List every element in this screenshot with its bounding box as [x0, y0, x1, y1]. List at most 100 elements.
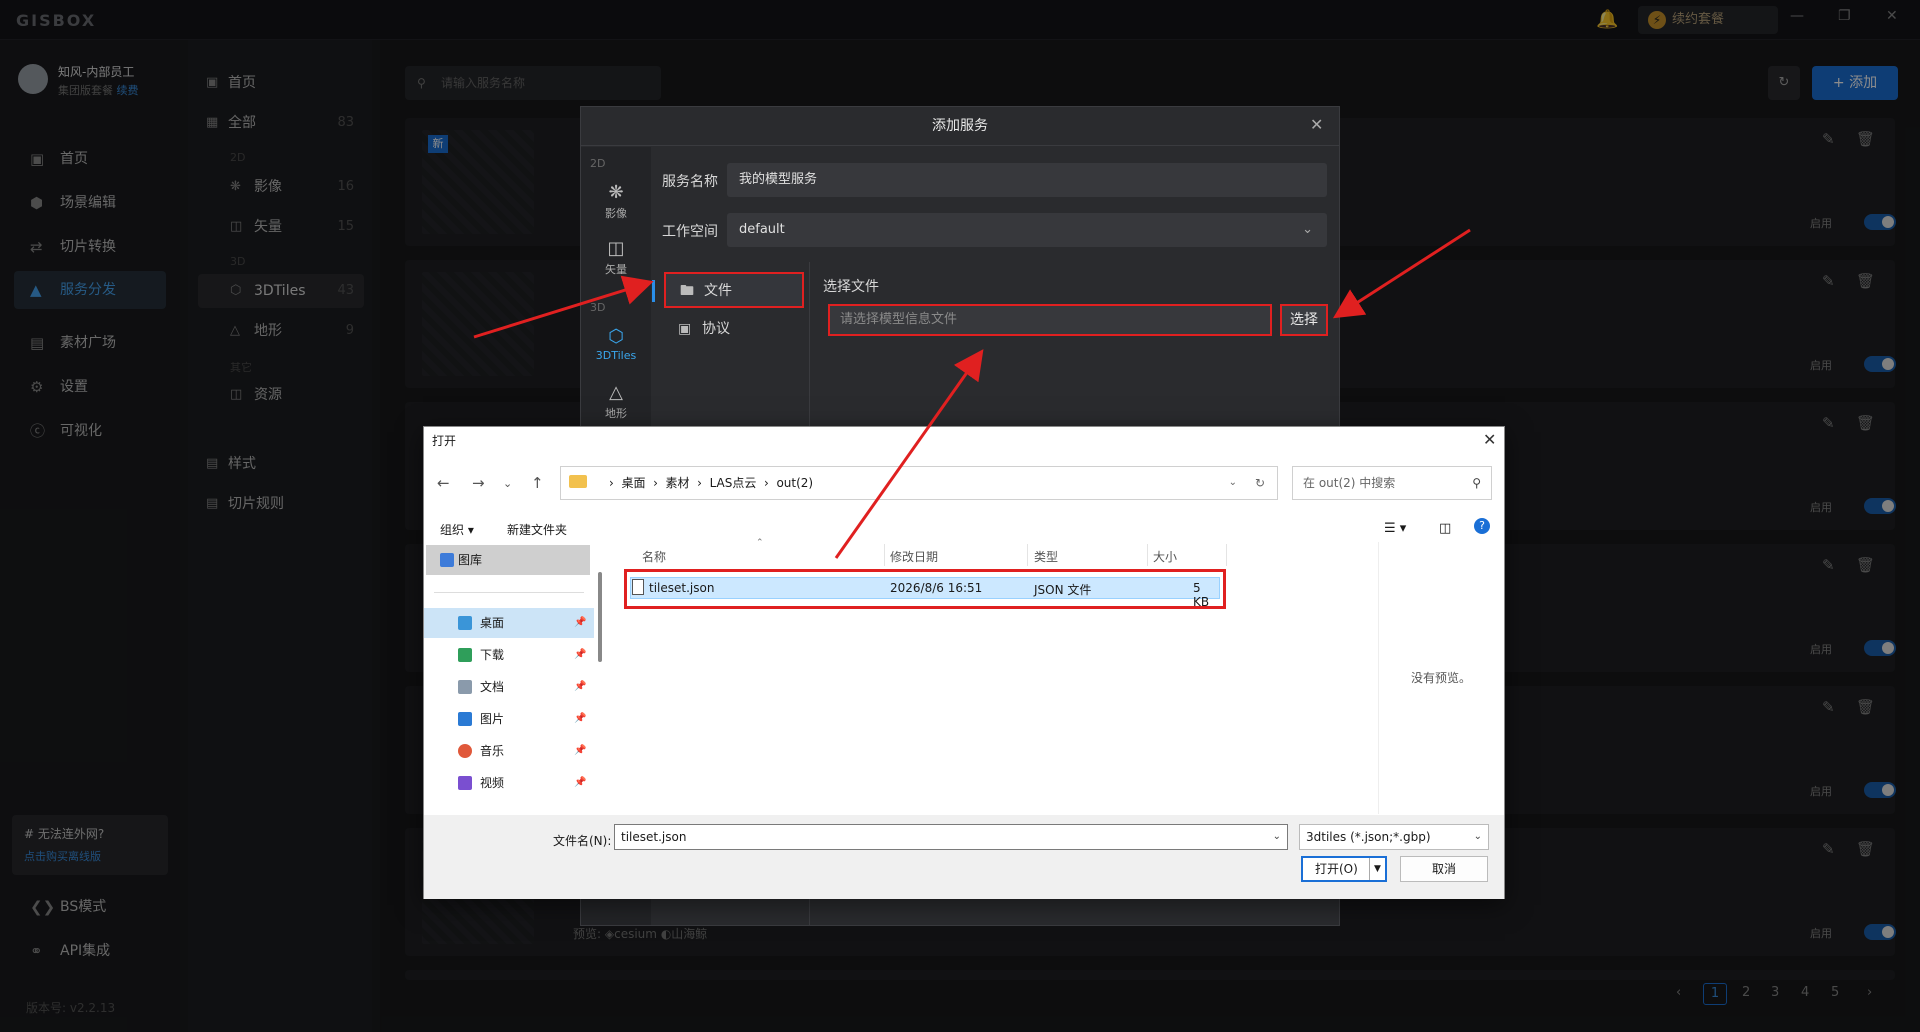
- address-bar[interactable]: › 桌面 › 素材 › LAS点云 › out(2) ⌄ ↻: [560, 466, 1278, 500]
- nav-documents[interactable]: 文档 📌: [424, 672, 594, 702]
- folder-icon: [569, 475, 587, 488]
- music-icon: [458, 744, 472, 758]
- dialog-close-icon[interactable]: ✕: [1310, 115, 1323, 134]
- source-label: 文件: [704, 283, 732, 299]
- crumb-sep: ›: [645, 476, 666, 490]
- help-icon[interactable]: ?: [1474, 518, 1490, 534]
- nav-pane-label: 图片: [480, 712, 505, 726]
- preview-pane-icon[interactable]: ◫: [1439, 521, 1451, 536]
- crumb-desktop[interactable]: 桌面: [621, 476, 645, 490]
- crumb-sep: ›: [609, 476, 622, 490]
- tab-vector[interactable]: ◫ 矢量: [581, 238, 651, 277]
- pin-icon: 📌: [574, 745, 587, 756]
- tab-section-2d: 2D: [590, 157, 606, 170]
- filter-value: 3dtiles (*.json;*.gbp): [1306, 830, 1431, 844]
- organize-menu[interactable]: 组织 ▾: [440, 521, 474, 538]
- tab-label: 3DTiles: [595, 349, 637, 362]
- nav-desktop[interactable]: 桌面 📌: [424, 608, 594, 638]
- address-dropdown-icon[interactable]: ⌄: [1229, 467, 1237, 499]
- tab-label: 矢量: [605, 263, 627, 276]
- cancel-button[interactable]: 取消: [1400, 856, 1488, 882]
- video-icon: [458, 776, 472, 790]
- imagery-icon: ❋: [608, 182, 624, 203]
- column-divider[interactable]: [1226, 544, 1227, 566]
- refresh-icon[interactable]: ↻: [1255, 467, 1265, 499]
- choose-file-button[interactable]: 选择: [1280, 304, 1328, 336]
- chevron-down-icon[interactable]: ⌄: [1273, 825, 1281, 849]
- nav-music[interactable]: 音乐 📌: [424, 736, 594, 766]
- forward-arrow-icon[interactable]: →: [472, 474, 485, 492]
- workspace-select[interactable]: default ⌄: [727, 213, 1327, 247]
- open-dialog-close-icon[interactable]: ✕: [1483, 430, 1496, 449]
- source-protocol-tab[interactable]: ▣ 协议: [664, 312, 802, 346]
- filename-value: tileset.json: [621, 830, 687, 844]
- file-search-placeholder: 在 out(2) 中搜索: [1303, 476, 1396, 490]
- file-path-input[interactable]: 请选择模型信息文件: [828, 304, 1272, 336]
- dialog-title: 添加服务: [580, 106, 1340, 146]
- column-divider[interactable]: [884, 544, 885, 566]
- nav-pane-label: 视频: [480, 776, 505, 790]
- crumb-materials[interactable]: 素材: [666, 476, 690, 490]
- filename-input[interactable]: tileset.json ⌄: [614, 824, 1288, 850]
- file-search-input[interactable]: 在 out(2) 中搜索 ⚲: [1292, 466, 1492, 500]
- protocol-icon: ▣: [678, 321, 692, 337]
- open-dropdown-icon[interactable]: ▼: [1369, 858, 1385, 880]
- service-name-label: 服务名称: [662, 174, 718, 190]
- up-arrow-icon[interactable]: ↑: [531, 474, 544, 492]
- pin-icon: 📌: [574, 649, 587, 660]
- download-icon: [458, 648, 472, 662]
- nav-divider: [434, 592, 584, 593]
- folder-icon: 🖿: [680, 283, 694, 299]
- filename-label: 文件名(N):: [553, 834, 612, 848]
- nav-pane-label: 图库: [458, 553, 483, 567]
- pin-icon: 📌: [574, 713, 587, 724]
- nav-videos[interactable]: 视频 📌: [424, 768, 594, 798]
- nav-pane-label: 下载: [480, 648, 505, 662]
- service-name-input[interactable]: 我的模型服务: [727, 163, 1327, 197]
- tab-section-3d: 3D: [590, 301, 606, 314]
- nav-gallery[interactable]: 图库: [426, 545, 590, 575]
- chevron-down-icon: ⌄: [1302, 222, 1313, 237]
- back-arrow-icon[interactable]: ←: [437, 474, 450, 492]
- tab-3dtiles[interactable]: ⬡ 3DTiles: [581, 326, 651, 362]
- crumb-out2[interactable]: out(2): [776, 476, 813, 490]
- chevron-down-icon: ⌄: [1473, 831, 1482, 842]
- column-type[interactable]: 类型: [1034, 548, 1058, 565]
- crumb-las[interactable]: LAS点云: [710, 476, 757, 490]
- file-type-filter[interactable]: 3dtiles (*.json;*.gbp) ⌄: [1299, 824, 1489, 850]
- workspace-value: default: [739, 222, 785, 237]
- nav-downloads[interactable]: 下载 📌: [424, 640, 594, 670]
- nav-pane-label: 音乐: [480, 744, 505, 758]
- file-highlight-box: [624, 569, 1226, 609]
- tab-label: 影像: [605, 207, 627, 220]
- gallery-icon: [440, 553, 454, 567]
- column-size[interactable]: 大小: [1153, 548, 1177, 565]
- source-file-tab[interactable]: 🖿 文件: [664, 272, 804, 308]
- active-indicator: [652, 280, 655, 302]
- source-label: 协议: [702, 321, 730, 337]
- view-menu-icon[interactable]: ☰ ▾: [1384, 521, 1406, 536]
- crumb-sep: ›: [689, 476, 710, 490]
- tab-imagery[interactable]: ❋ 影像: [581, 182, 651, 221]
- nav-scrollbar[interactable]: [598, 572, 602, 662]
- cube-icon: ⬡: [608, 326, 624, 347]
- picture-icon: [458, 712, 472, 726]
- nav-pane-label: 桌面: [480, 616, 505, 630]
- nav-pane-label: 文档: [480, 680, 505, 694]
- open-button[interactable]: 打开(O) ▼: [1301, 856, 1387, 882]
- column-divider[interactable]: [1027, 544, 1028, 566]
- pin-icon: 📌: [574, 681, 587, 692]
- recent-chevron-icon[interactable]: ⌄: [503, 477, 512, 490]
- tab-terrain[interactable]: △ 地形: [581, 382, 651, 421]
- new-folder-button[interactable]: 新建文件夹: [507, 521, 567, 538]
- workspace-label: 工作空间: [662, 224, 718, 240]
- open-label: 打开(O): [1315, 862, 1358, 876]
- column-divider[interactable]: [1147, 544, 1148, 566]
- column-name[interactable]: 名称: [642, 548, 666, 565]
- open-dialog-title: 打开: [432, 434, 457, 448]
- desktop-icon: [458, 616, 472, 630]
- sort-up-icon: ⌃: [756, 538, 764, 548]
- column-modified[interactable]: 修改日期: [890, 548, 938, 565]
- choose-file-label: 选择文件: [823, 279, 879, 295]
- nav-pictures[interactable]: 图片 📌: [424, 704, 594, 734]
